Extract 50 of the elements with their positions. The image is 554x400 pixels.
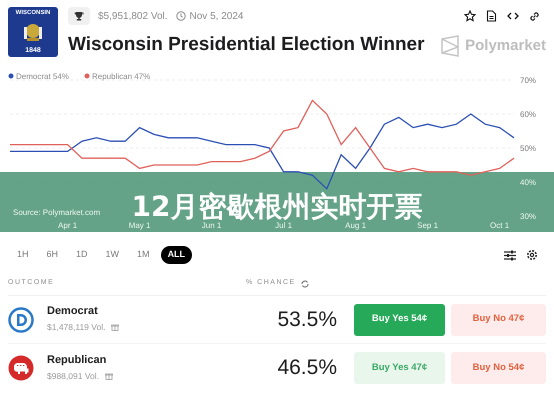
sliders-icon[interactable] [504, 250, 516, 260]
refresh-icon[interactable] [300, 280, 309, 288]
y-tick-label: 40% [520, 178, 536, 187]
outcome-volume: $1,478,119 Vol. [47, 321, 106, 334]
x-tick-label: Jun 1 [202, 221, 222, 230]
market-title: Wisconsin Presidential Election Winner [68, 35, 426, 54]
buy-no-button[interactable]: Buy No 54¢ [451, 352, 546, 384]
link-icon[interactable] [529, 10, 540, 22]
buy-yes-button[interactable]: Buy Yes 54¢ [354, 304, 445, 336]
trophy-icon [74, 11, 84, 21]
chance-value: 46.5% [276, 355, 337, 382]
outcome-name: Democrat [47, 305, 99, 319]
clock-icon [176, 11, 186, 21]
x-tick-label: Aug 1 [345, 221, 366, 230]
legend-label: Republican 47% [92, 72, 150, 81]
outcome-name: Republican [47, 354, 108, 368]
gift-icon [111, 323, 120, 332]
time-range-tab[interactable]: 1M [130, 246, 157, 264]
y-tick-label: 30% [520, 212, 536, 221]
buy-no-button[interactable]: Buy No 47¢ [451, 304, 546, 336]
volume-text: $5,951,802 Vol. [98, 10, 168, 24]
x-tick-label: May 1 [128, 221, 150, 230]
x-tick-label: Apr 1 [58, 221, 78, 230]
document-icon[interactable] [486, 10, 497, 22]
time-range-tab[interactable]: 6H [40, 246, 66, 264]
y-tick-label: 70% [520, 76, 536, 85]
time-range-tab[interactable]: 1W [98, 246, 126, 264]
time-range-tab[interactable]: ALL [160, 246, 192, 264]
date-text: Nov 5, 2024 [190, 10, 244, 24]
legend-label: Democrat 54% [16, 72, 69, 81]
elephant-icon [8, 355, 34, 381]
logo-icon [441, 35, 460, 58]
caption-title: 12月密歇根州实时开票 [132, 190, 422, 223]
chance-value: 53.5% [276, 306, 337, 333]
x-tick-label: Oct 1 [490, 221, 510, 230]
outcome-volume: $988,091 Vol. [47, 370, 99, 382]
gift-icon [105, 372, 113, 380]
y-tick-label: 50% [520, 144, 536, 153]
y-tick-label: 60% [520, 110, 536, 119]
code-icon[interactable] [507, 11, 519, 21]
x-tick-label: Sep 1 [417, 221, 438, 230]
star-icon[interactable] [464, 10, 476, 22]
x-tick-label: Jul 1 [275, 221, 292, 230]
brand-name: Polymarket [465, 36, 546, 56]
time-range-tab[interactable]: 1D [69, 246, 95, 264]
buy-yes-button[interactable]: Buy Yes 47¢ [354, 352, 445, 384]
time-range-tab[interactable]: 1H [10, 246, 36, 264]
settings-icon[interactable] [526, 249, 538, 261]
source-text: Source: Polymarket.com [13, 208, 100, 217]
party-logo-icon [8, 306, 34, 332]
